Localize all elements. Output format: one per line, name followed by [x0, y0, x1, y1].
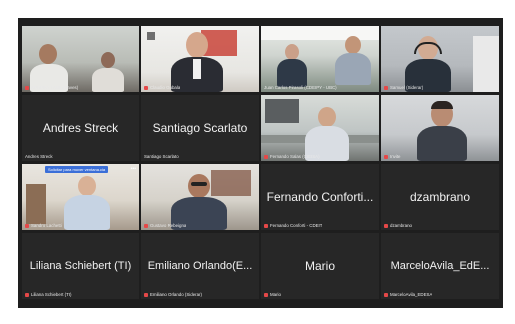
- participant-name-tag: Fernando Salas (CIEISA): [264, 154, 320, 159]
- participant-tile[interactable]: Andres Streck Andres Streck: [22, 95, 139, 161]
- participant-name-tag: Fernando Conforti - CDEIT: [264, 223, 322, 228]
- mic-muted-icon: [384, 223, 388, 228]
- participant-name-tag: Samuel (Siderar): [384, 85, 423, 90]
- participant-tile[interactable]: Santiago Scarlato Santiago Scarlato: [141, 95, 259, 161]
- mic-muted-icon: [384, 154, 388, 159]
- participant-tile[interactable]: Gustavo Rebeigna: [141, 164, 259, 230]
- mic-muted-icon: [264, 292, 268, 297]
- participant-name-tag: dzambrano: [384, 223, 412, 228]
- mic-muted-icon: [25, 85, 29, 90]
- participant-tile[interactable]: Juan Carlos Pirasoli (CDEIPY - UBC): [261, 26, 379, 92]
- participant-tile[interactable]: Fernando Salas (CIEISA): [261, 95, 379, 161]
- participant-tile[interactable]: MarceloAvila_EdE... MarceloAvila_EDESA: [381, 233, 499, 299]
- participant-name-tag: Invite: [384, 154, 401, 159]
- participant-name-tag: Mario: [264, 292, 281, 297]
- mic-muted-icon: [25, 292, 29, 297]
- participant-name-tag: Santiago Scarlato: [144, 154, 179, 159]
- participant-display-name: Liliana Schiebert (TI): [29, 260, 132, 272]
- more-options-icon[interactable]: •••: [131, 166, 136, 172]
- mic-muted-icon: [264, 223, 268, 228]
- participant-display-name: dzambrano: [409, 190, 471, 204]
- participant-tile[interactable]: Mario Mario: [261, 233, 379, 299]
- participant-tile[interactable]: Emiliano Orlando(E... Emiliano Orlando (…: [141, 233, 259, 299]
- participant-display-name: Fernando Conforti...: [266, 190, 374, 204]
- participant-name-tag: Gustavo Rebeigna: [144, 223, 186, 228]
- mic-muted-icon: [144, 223, 148, 228]
- participant-tile[interactable]: Liliana Schiebert (TI) Liliana Schiebert…: [22, 233, 139, 299]
- mic-muted-icon: [25, 223, 29, 228]
- participant-display-name: Santiago Scarlato: [152, 121, 248, 135]
- participant-tile[interactable]: Invite: [381, 95, 499, 161]
- participant-name-tag: MarceloAvila_EDESA: [384, 292, 432, 297]
- participant-name-tag: Claudio Gubala: [144, 85, 180, 90]
- participant-tile[interactable]: Solicitar para mover ventana.cia ••• San…: [22, 164, 139, 230]
- participant-name-tag: ANDRES TAMI (Claves): [25, 85, 78, 90]
- mic-muted-icon: [144, 292, 148, 297]
- participant-tile[interactable]: ANDRES TAMI (Claves): [22, 26, 139, 92]
- meeting-window: ANDRES TAMI (Claves) Claudio Gubala Juan…: [18, 18, 503, 308]
- mic-muted-icon: [264, 154, 268, 159]
- participant-name-tag: Andres Streck: [25, 154, 53, 159]
- mic-muted-icon: [384, 292, 388, 297]
- participant-display-name: Andres Streck: [42, 121, 119, 135]
- participant-tile[interactable]: dzambrano dzambrano: [381, 164, 499, 230]
- participant-tile[interactable]: Samuel (Siderar): [381, 26, 499, 92]
- mic-muted-icon: [384, 85, 388, 90]
- pin-notice[interactable]: Solicitar para mover ventana.cia: [45, 166, 109, 173]
- participant-name-tag: Juan Carlos Pirasoli (CDEIPY - UBC): [264, 85, 337, 90]
- participant-display-name: Mario: [304, 259, 335, 273]
- participant-tile[interactable]: Claudio Gubala: [141, 26, 259, 92]
- participant-tile[interactable]: Fernando Conforti... Fernando Conforti -…: [261, 164, 379, 230]
- participant-name-tag: Emiliano Orlando (Siderar): [144, 292, 202, 297]
- participant-name-tag: Sandro Lachetti: [25, 223, 62, 228]
- mic-muted-icon: [144, 85, 148, 90]
- participant-grid: ANDRES TAMI (Claves) Claudio Gubala Juan…: [22, 26, 499, 302]
- participant-display-name: Emiliano Orlando(E...: [147, 260, 253, 272]
- participant-name-tag: Liliana Schiebert (TI): [25, 292, 72, 297]
- participant-display-name: MarceloAvila_EdE...: [390, 260, 490, 272]
